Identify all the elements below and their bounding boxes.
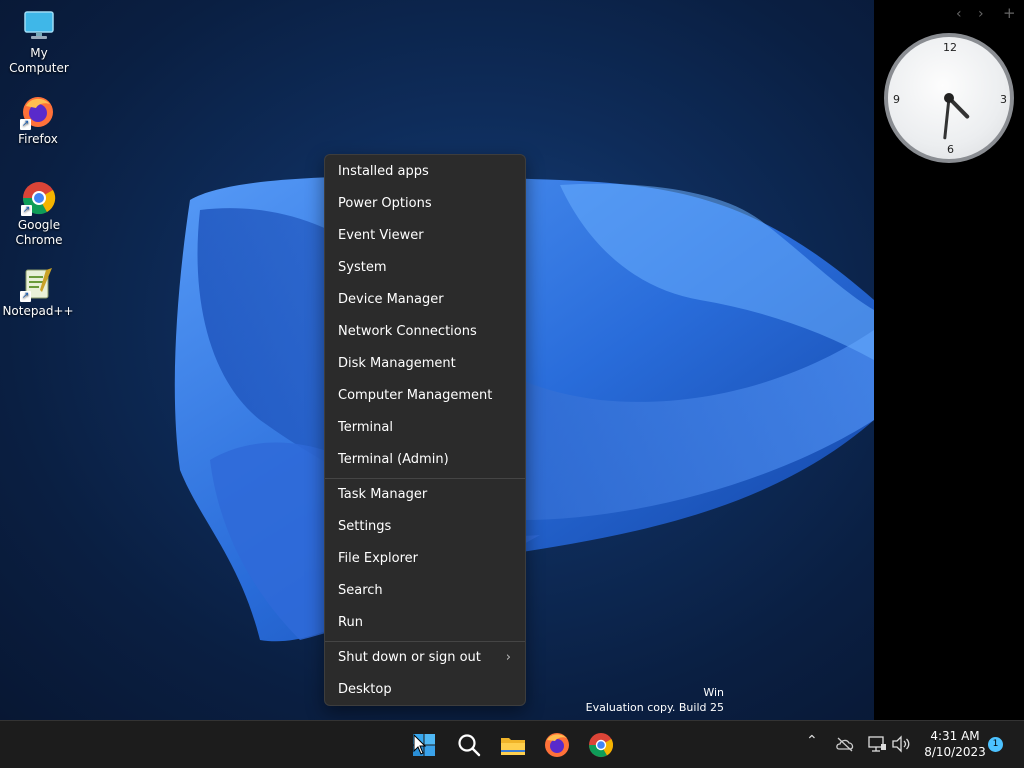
quick-link-context-menu: Installed apps Power Options Event Viewer S… [324, 154, 526, 706]
monitor-icon [21, 8, 57, 44]
menu-item-label: Network Connections [338, 324, 477, 339]
desktop-icon-my-computer[interactable]: My Computer [1, 8, 77, 76]
desktop-icon-label: Firefox [18, 132, 58, 146]
notepadpp-icon: ↗ [20, 266, 56, 302]
menu-item-label: Event Viewer [338, 228, 424, 243]
file-explorer-icon [501, 738, 525, 755]
chevron-right-icon: › [505, 650, 511, 665]
menu-item-settings[interactable]: Settings [325, 512, 525, 542]
volume-icon[interactable] [891, 735, 911, 753]
mouse-cursor-icon [413, 734, 427, 755]
firefox-icon [545, 733, 569, 757]
menu-item-task-manager[interactable]: Task Manager [325, 480, 525, 510]
menu-item-search[interactable]: Search [325, 576, 525, 606]
clock-gadget[interactable]: 12 3 6 9 [884, 33, 1014, 163]
watermark-line-1: Win [703, 686, 724, 699]
firefox-icon: ↗ [20, 94, 56, 130]
menu-item-terminal-admin[interactable]: Terminal (Admin) [325, 445, 525, 475]
add-gadget-button[interactable]: + [1003, 4, 1016, 22]
desktop-icon-notepadpp[interactable]: ↗ Notepad++ [0, 266, 76, 319]
taskbar-firefox-button[interactable] [541, 729, 573, 761]
watermark-line-2: Evaluation copy. Build 25 [585, 701, 724, 714]
next-gadget-button[interactable]: › [978, 6, 984, 22]
menu-item-device-manager[interactable]: Device Manager [325, 285, 525, 315]
desktop-icon-label: Notepad++ [2, 304, 74, 318]
menu-item-label: Desktop [338, 682, 392, 697]
taskbar-time: 4:31 AM [930, 729, 980, 743]
shortcut-arrow-icon: ↗ [21, 205, 32, 216]
menu-item-label: Run [338, 615, 363, 630]
menu-item-terminal[interactable]: Terminal [325, 413, 525, 443]
network-icon[interactable] [867, 735, 887, 753]
menu-item-system[interactable]: System [325, 253, 525, 283]
onedrive-icon[interactable] [835, 736, 855, 752]
menu-item-desktop[interactable]: Desktop [325, 675, 525, 705]
desktop-icon-google-chrome[interactable]: ↗ Google Chrome [1, 180, 77, 248]
clock-center-pin [944, 93, 954, 103]
evaluation-watermark: Win Evaluation copy. Build 25 [586, 685, 724, 715]
show-hidden-icons-button[interactable]: ⌃ [806, 733, 818, 749]
shortcut-arrow-icon: ↗ [20, 291, 31, 302]
desktop-icon-firefox[interactable]: ↗ Firefox [0, 94, 76, 147]
desktop-icon-label: My Computer [9, 46, 69, 75]
taskbar-clock[interactable]: 4:31 AM 8/10/2023 [918, 728, 992, 760]
menu-item-label: Device Manager [338, 292, 444, 307]
menu-item-label: Settings [338, 519, 392, 534]
notification-badge[interactable]: 1 [988, 737, 1003, 752]
menu-item-shut-down-or-sign-out[interactable]: Shut down or sign out › [325, 643, 525, 673]
chrome-icon: ↗ [21, 180, 57, 216]
desktop-icon-label: Google Chrome [15, 218, 63, 247]
menu-item-label: Terminal (Admin) [338, 452, 449, 467]
menu-item-label: File Explorer [338, 551, 419, 566]
menu-item-label: Installed apps [338, 164, 429, 179]
menu-item-label: System [338, 260, 387, 275]
menu-item-power-options[interactable]: Power Options [325, 189, 525, 219]
clock-hands [943, 93, 970, 140]
menu-item-label: Computer Management [338, 388, 493, 403]
previous-gadget-button[interactable]: ‹ [956, 6, 962, 22]
menu-item-network-connections[interactable]: Network Connections [325, 317, 525, 347]
menu-separator [325, 478, 525, 479]
taskbar-date: 8/10/2023 [924, 745, 986, 759]
menu-item-label: Disk Management [338, 356, 456, 371]
shortcut-arrow-icon: ↗ [20, 119, 31, 130]
menu-item-disk-management[interactable]: Disk Management [325, 349, 525, 379]
clock-minute-hand [943, 96, 951, 140]
taskbar-file-explorer-button[interactable] [497, 729, 529, 761]
menu-separator [325, 641, 525, 642]
menu-item-event-viewer[interactable]: Event Viewer [325, 221, 525, 251]
menu-item-label: Power Options [338, 196, 432, 211]
menu-item-label: Task Manager [338, 487, 428, 502]
taskbar-search-button[interactable] [453, 729, 485, 761]
search-icon [458, 734, 481, 757]
menu-item-label: Shut down or sign out [338, 650, 481, 665]
menu-item-run[interactable]: Run [325, 608, 525, 638]
menu-item-computer-management[interactable]: Computer Management [325, 381, 525, 411]
menu-item-label: Search [338, 583, 383, 598]
menu-item-file-explorer[interactable]: File Explorer [325, 544, 525, 574]
chrome-icon [589, 733, 614, 758]
menu-item-label: Terminal [338, 420, 393, 435]
taskbar: ⌃ 4:31 AM 8/10/2023 1 [0, 720, 1024, 768]
taskbar-chrome-button[interactable] [585, 729, 617, 761]
menu-item-installed-apps[interactable]: Installed apps [325, 157, 525, 187]
